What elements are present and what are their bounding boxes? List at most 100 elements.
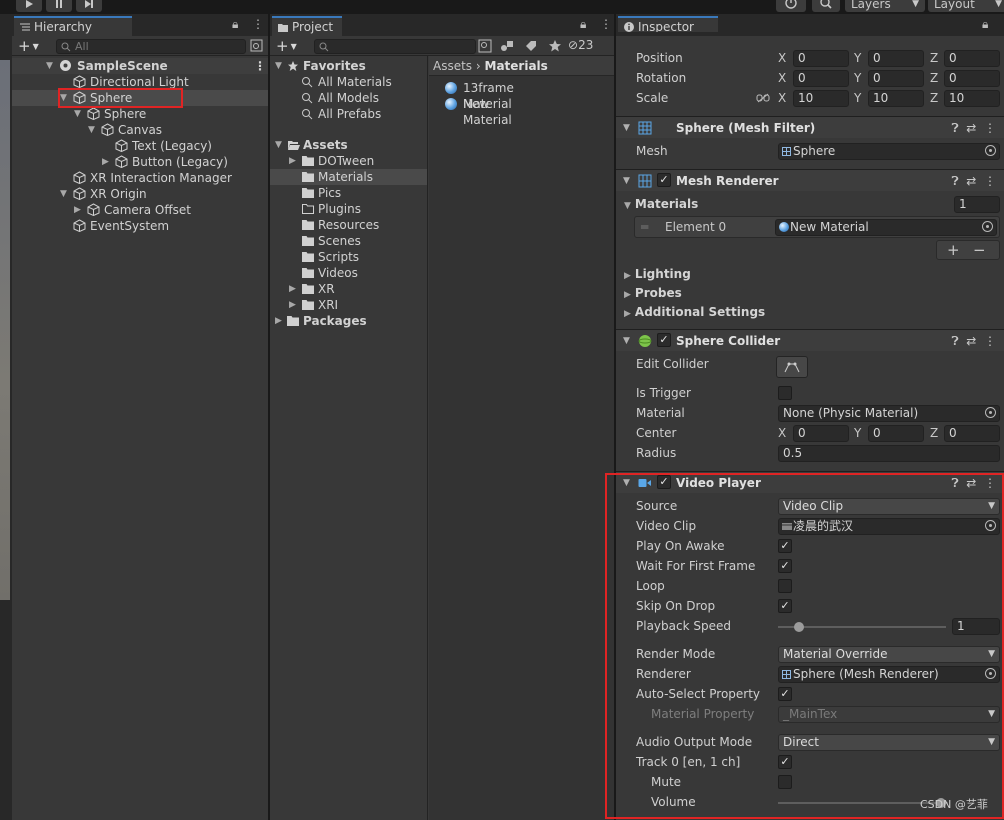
collapsed-arrow-icon[interactable]: ▶ — [624, 271, 631, 281]
help-icon[interactable]: ❓︎ — [951, 174, 958, 188]
tree-item-xr[interactable]: ▶ XR — [270, 281, 427, 297]
help-icon[interactable]: ❓︎ — [951, 334, 958, 348]
lock-icon[interactable]: 🔒︎ — [580, 17, 586, 32]
expanded-arrow-icon[interactable]: ▼ — [60, 186, 67, 202]
expanded-arrow-icon[interactable]: ▼ — [275, 137, 282, 153]
rotation-y-field[interactable]: 0 — [868, 70, 924, 87]
lighting-foldout[interactable]: ▶ Lighting — [624, 265, 691, 283]
scale-x-field[interactable]: 10 — [793, 90, 849, 107]
rotation-z-field[interactable]: 0 — [944, 70, 1000, 87]
tree-item-dotween[interactable]: ▶ DOTween — [270, 153, 427, 169]
label-tag-icon[interactable] — [524, 39, 538, 53]
scale-y-field[interactable]: 10 — [868, 90, 924, 107]
create-button[interactable]: + ▼ — [276, 37, 297, 56]
tree-item-all-materials[interactable]: All Materials — [270, 74, 427, 90]
drag-handle-icon[interactable]: ═ — [641, 220, 648, 234]
tree-item-assets[interactable]: ▼ Assets — [270, 137, 427, 153]
axis-x-label[interactable]: X — [778, 68, 786, 88]
lock-icon[interactable]: 🔒︎ — [232, 17, 238, 32]
physic-material-field[interactable]: None (Physic Material) — [778, 405, 1000, 422]
hierarchy-item-sphere-child[interactable]: ▼ Sphere — [12, 106, 268, 122]
presets-icon[interactable]: ⇄ — [966, 334, 976, 348]
axis-z-label[interactable]: Z — [930, 88, 938, 108]
expanded-arrow-icon[interactable]: ▼ — [623, 170, 630, 192]
tree-item-scripts[interactable]: Scripts — [270, 249, 427, 265]
center-x-field[interactable]: 0 — [793, 425, 849, 442]
collapsed-arrow-icon[interactable]: ▶ — [289, 297, 296, 313]
materials-count-field[interactable]: 1 — [954, 196, 1000, 213]
probes-foldout[interactable]: ▶ Probes — [624, 284, 682, 302]
collapsed-arrow-icon[interactable]: ▶ — [275, 313, 282, 329]
object-picker-icon[interactable] — [985, 407, 996, 418]
more-menu-icon[interactable]: ⋮ — [254, 58, 266, 74]
tree-item-xri[interactable]: ▶ XRI — [270, 297, 427, 313]
element-material-field[interactable]: New Material — [775, 219, 997, 236]
edit-collider-button[interactable] — [776, 356, 808, 378]
hierarchy-item-xr-interaction-manager[interactable]: XR Interaction Manager — [12, 170, 268, 186]
additional-settings-foldout[interactable]: ▶ Additional Settings — [624, 303, 765, 321]
expanded-arrow-icon[interactable]: ▼ — [275, 58, 282, 74]
axis-y-label[interactable]: Y — [854, 48, 861, 68]
collapsed-arrow-icon[interactable]: ▶ — [74, 202, 81, 218]
axis-x-label[interactable]: X — [778, 88, 786, 108]
collapsed-arrow-icon[interactable]: ▶ — [624, 290, 631, 300]
scene-visibility-icon[interactable] — [250, 39, 263, 52]
tab-inspector[interactable]: Inspector — [618, 16, 718, 32]
hierarchy-item-camera-offset[interactable]: ▶ Camera Offset — [12, 202, 268, 218]
axis-y-label[interactable]: Y — [854, 423, 861, 443]
project-search-input[interactable] — [314, 39, 476, 54]
tree-item-resources[interactable]: Resources — [270, 217, 427, 233]
play-button[interactable] — [16, 0, 42, 12]
collapsed-arrow-icon[interactable]: ▶ — [102, 154, 109, 170]
expanded-arrow-icon[interactable]: ▼ — [46, 58, 53, 74]
hierarchy-item-canvas[interactable]: ▼ Canvas — [12, 122, 268, 138]
collapsed-arrow-icon[interactable]: ▶ — [289, 153, 296, 169]
position-x-field[interactable]: 0 — [793, 50, 849, 67]
tree-item-favorites[interactable]: ▼ Favorites — [270, 58, 427, 74]
axis-y-label[interactable]: Y — [854, 68, 861, 88]
tree-item-pics[interactable]: Pics — [270, 185, 427, 201]
expanded-arrow-icon[interactable]: ▼ — [74, 106, 81, 122]
expanded-arrow-icon[interactable]: ▼ — [623, 117, 630, 139]
position-z-field[interactable]: 0 — [944, 50, 1000, 67]
breadcrumb-root[interactable]: Assets — [433, 59, 472, 73]
tab-project[interactable]: Project — [272, 16, 342, 36]
mesh-object-field[interactable]: Sphere — [778, 143, 1000, 160]
mesh-renderer-header[interactable]: ▼ ✓ Mesh Renderer ❓︎ ⇄ ⋮ — [616, 169, 1004, 191]
rotation-x-field[interactable]: 0 — [793, 70, 849, 87]
layout-dropdown[interactable]: Layout ▼ — [928, 0, 1004, 12]
lock-icon[interactable]: 🔒︎ — [982, 17, 988, 32]
remove-element-button[interactable]: − — [973, 241, 986, 259]
presets-icon[interactable]: ⇄ — [966, 174, 976, 188]
search-by-type-icon[interactable] — [478, 39, 492, 53]
expanded-arrow-icon[interactable]: ▼ — [88, 122, 95, 138]
position-y-field[interactable]: 0 — [868, 50, 924, 67]
more-menu-icon[interactable]: ⋮ — [984, 174, 996, 188]
tree-item-materials[interactable]: Materials — [270, 169, 427, 185]
constrain-proportions-icon[interactable] — [756, 93, 770, 103]
materials-foldout[interactable]: ▼ Materials — [624, 195, 698, 213]
hierarchy-item-button[interactable]: ▶ Button (Legacy) — [12, 154, 268, 170]
scale-z-field[interactable]: 10 — [944, 90, 1000, 107]
mesh-renderer-enabled-checkbox[interactable]: ✓ — [657, 173, 671, 187]
tab-hierarchy[interactable]: Hierarchy — [14, 16, 132, 36]
more-menu-icon[interactable]: ⋮ — [252, 17, 264, 31]
more-menu-icon[interactable]: ⋮ — [984, 121, 996, 135]
more-menu-icon[interactable]: ⋮ — [984, 334, 996, 348]
collapsed-arrow-icon[interactable]: ▶ — [624, 309, 631, 319]
step-button[interactable] — [76, 0, 102, 12]
hierarchy-search-input[interactable]: All — [56, 39, 246, 54]
tree-item-all-models[interactable]: All Models — [270, 90, 427, 106]
star-icon[interactable] — [548, 39, 562, 53]
more-menu-icon[interactable]: ⋮ — [600, 17, 612, 31]
tree-item-plugins[interactable]: Plugins — [270, 201, 427, 217]
sphere-collider-enabled-checkbox[interactable]: ✓ — [657, 333, 671, 347]
help-icon[interactable]: ❓︎ — [951, 121, 958, 135]
scene-view[interactable] — [0, 60, 10, 600]
object-picker-icon[interactable] — [985, 145, 996, 156]
hierarchy-item-xr-origin[interactable]: ▼ XR Origin — [12, 186, 268, 202]
object-picker-icon[interactable] — [982, 221, 993, 232]
tree-item-all-prefabs[interactable]: All Prefabs — [270, 106, 427, 122]
pause-button[interactable] — [46, 0, 72, 12]
layers-dropdown[interactable]: Layers ▼ — [845, 0, 925, 12]
